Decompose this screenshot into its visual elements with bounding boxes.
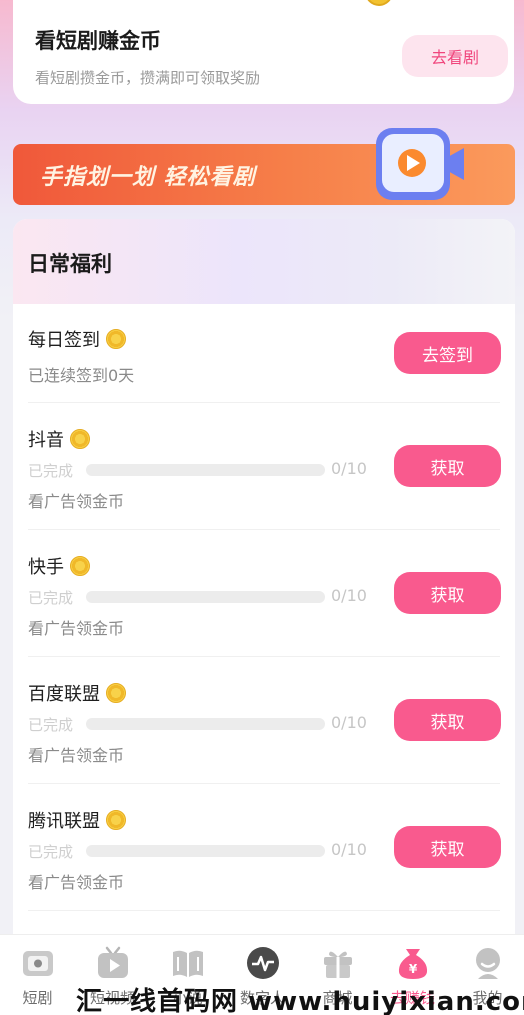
book-icon [173, 950, 203, 977]
progress-bar [86, 845, 325, 857]
task-name: 快手 [28, 557, 64, 578]
money-bag-icon: ¥ [398, 949, 428, 979]
task-subtitle: 已连续签到0天 [28, 366, 135, 385]
task-title-row: 抖音 [28, 426, 90, 452]
banner-text: 手指划一划 轻松看剧 [40, 165, 256, 190]
pulse-icon [247, 947, 279, 979]
swipe-banner[interactable]: 手指划一划 轻松看剧 [13, 128, 515, 205]
task-name: 每日签到 [28, 330, 100, 351]
progress-status: 已完成 [28, 843, 74, 861]
card-subtitle: 看短剧攒金币，攒满即可领取奖励 [35, 69, 261, 87]
get-button[interactable]: 获取 [394, 572, 501, 614]
task-baidu-union: 百度联盟 已完成 0/10 看广告领金币 获取 [13, 658, 515, 785]
divider [28, 910, 500, 911]
task-subtitle: 看广告领金币 [28, 873, 125, 892]
progress-count: 0/10 [331, 586, 367, 605]
task-subtitle: 看广告领金币 [28, 492, 125, 511]
progress-bar [86, 464, 325, 476]
coin-icon [106, 329, 126, 349]
get-button[interactable]: 获取 [394, 445, 501, 487]
daily-header: 日常福利 [13, 219, 515, 304]
divider [28, 529, 500, 530]
coin-icon [106, 810, 126, 830]
coin-icon [70, 556, 90, 576]
task-tencent-union: 腾讯联盟 已完成 0/10 看广告领金币 获取 [13, 785, 515, 912]
task-title-row: 腾讯联盟 [28, 807, 126, 833]
progress-count: 0/10 [331, 840, 367, 859]
progress-count: 0/10 [331, 713, 367, 732]
tv-icon [23, 951, 53, 976]
video-icon [98, 946, 128, 978]
coin-icon [70, 429, 90, 449]
progress-count: 0/10 [331, 459, 367, 478]
task-name: 百度联盟 [28, 684, 100, 705]
progress-bar [86, 591, 325, 603]
task-name: 腾讯联盟 [28, 811, 100, 832]
task-title-row: 百度联盟 [28, 680, 126, 706]
task-subtitle: 看广告领金币 [28, 746, 125, 765]
nav-label: 短剧 [22, 989, 53, 1007]
get-button[interactable]: 获取 [394, 826, 501, 868]
divider [28, 783, 500, 784]
video-play-icon [376, 128, 464, 200]
task-douyin: 抖音 已完成 0/10 看广告领金币 获取 [13, 404, 515, 531]
task-title-row: 快手 [28, 553, 90, 579]
get-button[interactable]: 获取 [394, 699, 501, 741]
nav-tab-short-drama[interactable]: 短剧 [0, 935, 75, 1015]
progress-status: 已完成 [28, 716, 74, 734]
task-kuaishou: 快手 已完成 0/10 看广告领金币 获取 [13, 531, 515, 658]
progress-status: 已完成 [28, 589, 74, 607]
progress-status: 已完成 [28, 462, 74, 480]
svg-text:¥: ¥ [409, 962, 418, 976]
coin-icon [106, 683, 126, 703]
daily-welfare-section: 日常福利 每日签到 已连续签到0天 去签到 抖音 已完成 0/10 看广告领金币… [13, 219, 515, 934]
go-watch-button[interactable]: 去看剧 [402, 35, 508, 77]
divider [28, 656, 500, 657]
signin-button[interactable]: 去签到 [394, 332, 501, 374]
task-title-row: 每日签到 [28, 326, 126, 352]
divider [28, 402, 500, 403]
task-daily-signin: 每日签到 已连续签到0天 去签到 [13, 304, 515, 404]
coin-icon [365, 0, 393, 6]
watermark-text: 汇一线首码网 www.huiyixian.com [76, 987, 524, 1015]
card-title: 看短剧赚金币 [35, 29, 161, 53]
task-name: 抖音 [28, 430, 64, 451]
profile-icon [476, 948, 500, 979]
watch-drama-card: 看短剧赚金币 看短剧攒金币，攒满即可领取奖励 去看剧 [13, 0, 514, 104]
gift-icon [324, 951, 352, 978]
progress-bar [86, 718, 325, 730]
section-title: 日常福利 [28, 252, 112, 276]
task-subtitle: 看广告领金币 [28, 619, 125, 638]
